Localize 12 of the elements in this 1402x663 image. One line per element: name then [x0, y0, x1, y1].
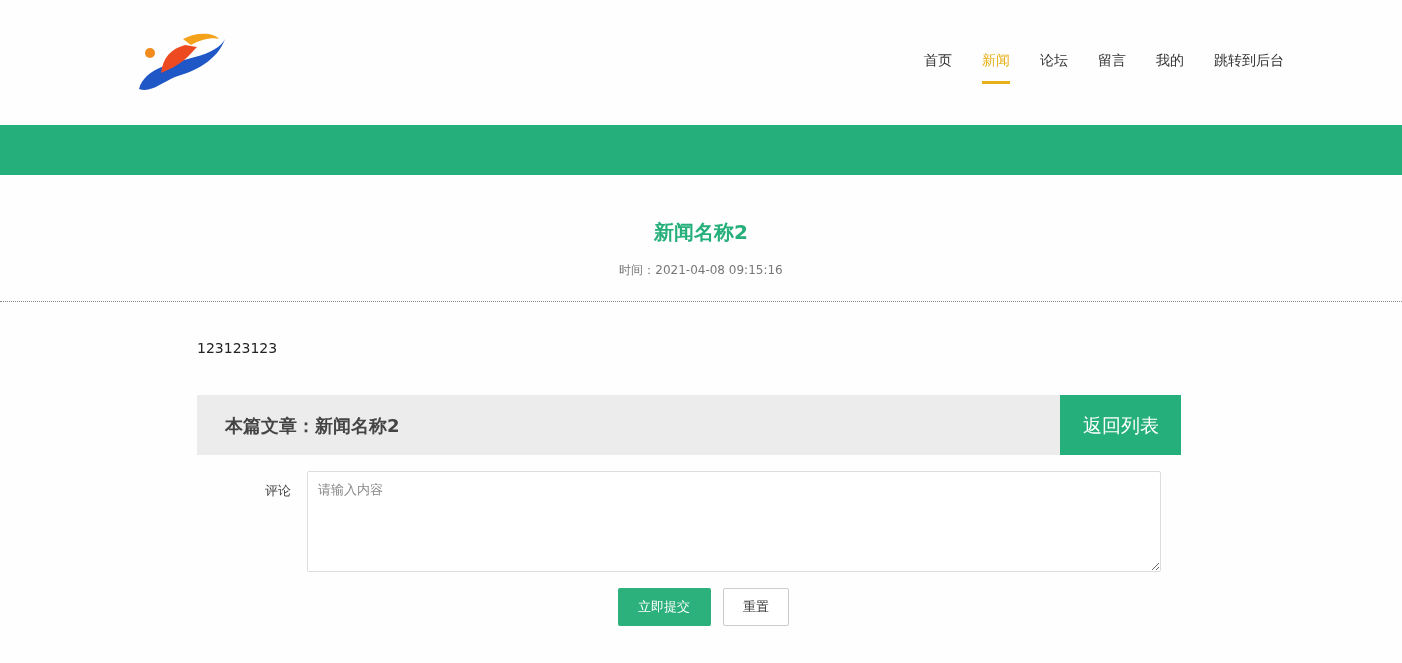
nav-link[interactable]: 我的	[1156, 41, 1184, 84]
nav-link[interactable]: 论坛	[1040, 41, 1068, 84]
comment-label: 评论	[265, 483, 291, 498]
nav-link[interactable]: 跳转到后台	[1214, 41, 1284, 84]
comment-field[interactable]: 请输入内容	[307, 471, 1161, 572]
article-body: 123123123	[197, 340, 278, 356]
nav-link[interactable]: 留言	[1098, 41, 1126, 84]
article-title: 新闻名称2	[654, 219, 748, 246]
article-bar-label: 本篇文章：新闻名称2	[224, 413, 400, 438]
nav-link[interactable]: 首页	[924, 41, 952, 84]
article-time: 时间：2021-04-08 09:15:16	[619, 262, 783, 279]
reset-button[interactable]: 重置	[722, 588, 789, 626]
